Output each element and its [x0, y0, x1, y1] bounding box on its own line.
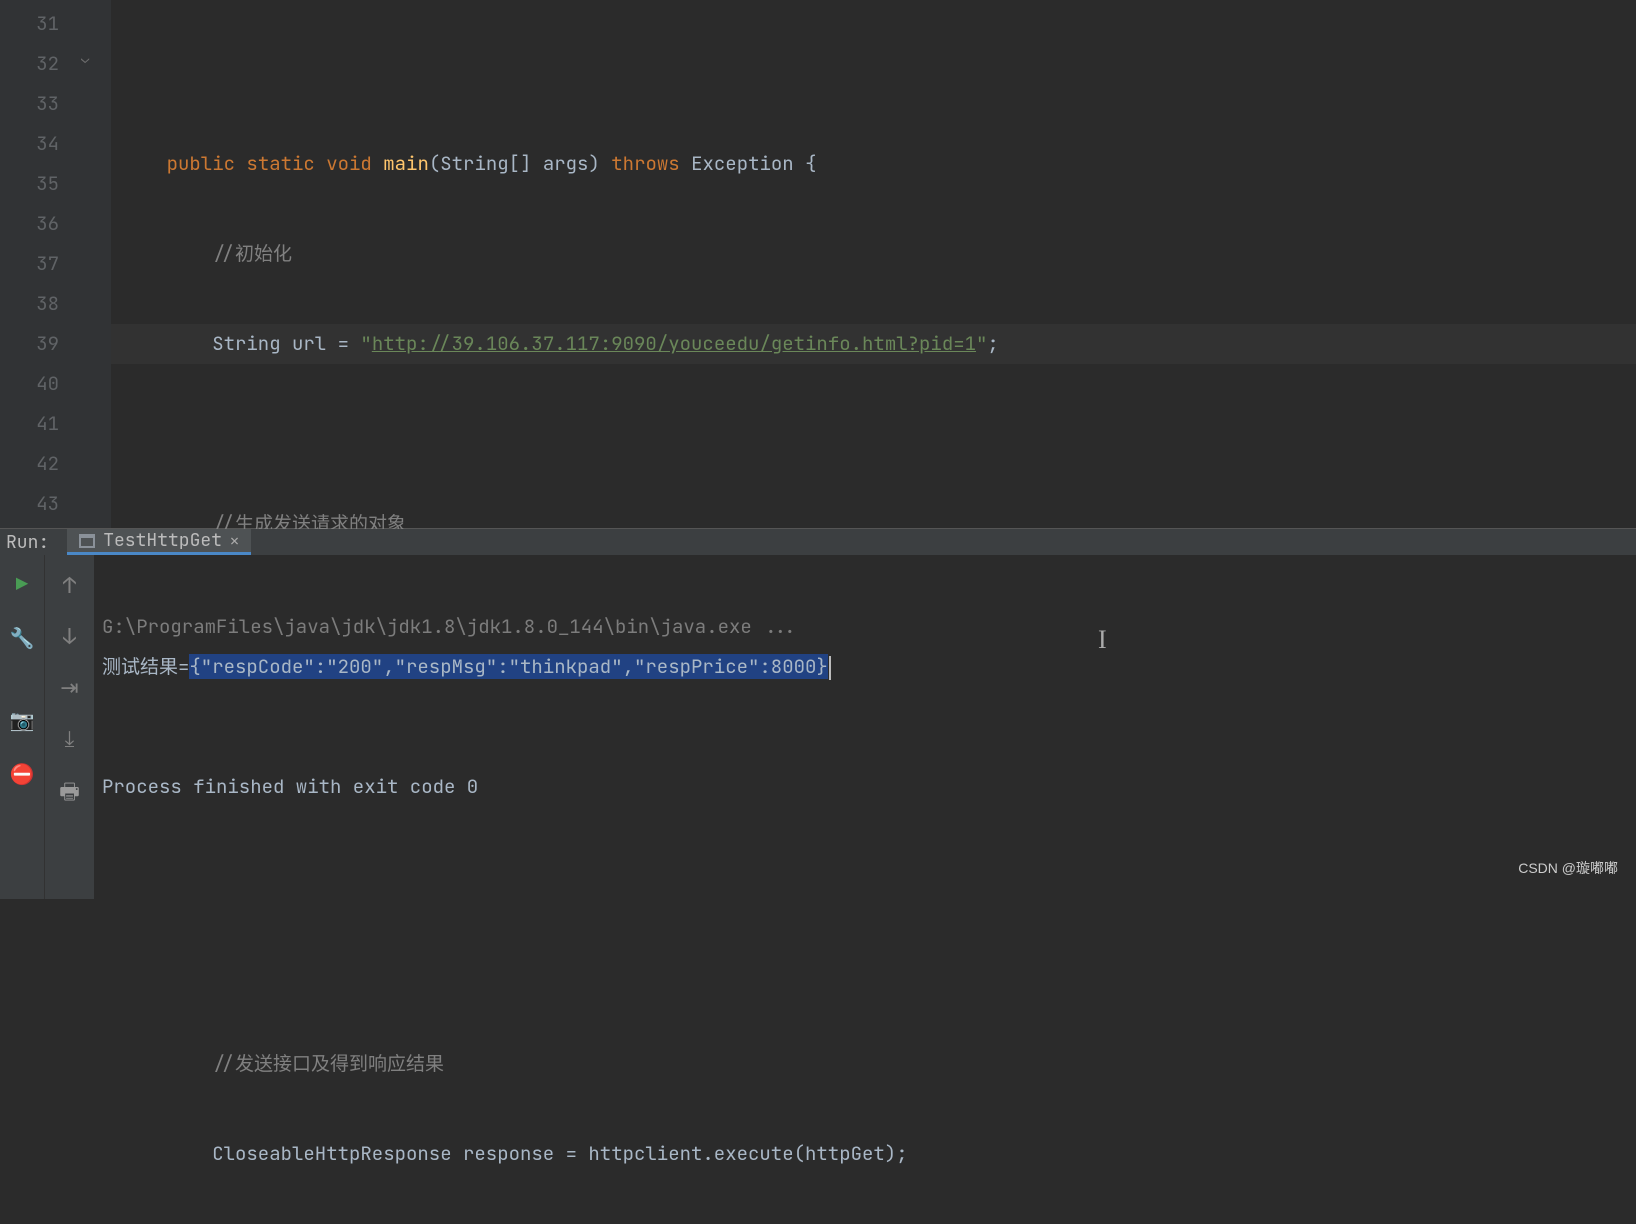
application-icon	[79, 534, 95, 548]
line-number: 42	[0, 444, 59, 484]
text-caret	[829, 656, 831, 680]
fold-column: ⌄	[75, 0, 111, 528]
run-tab[interactable]: TestHttpGet ✕	[67, 529, 251, 555]
exit-icon[interactable]: ⛔	[10, 761, 35, 787]
line-number: 43	[0, 484, 59, 524]
line-number: 34	[0, 124, 59, 164]
line-number: 41	[0, 404, 59, 444]
run-toolbar-nav: ↑ ↓ ⇥ ⤓ 🖶	[44, 555, 94, 899]
console-command-line: G:\ProgramFiles\java\jdk\jdk1.8\jdk1.8.0…	[102, 607, 1628, 647]
code-editor[interactable]: 31 32 33 34 35 36 37 38 39 40 41 42 43 ▶…	[0, 0, 1636, 528]
fold-toggle-icon[interactable]: ⌄	[81, 50, 89, 68]
code-area[interactable]: public static void main(String[] args) t…	[111, 0, 1636, 528]
line-number: 35	[0, 164, 59, 204]
run-tab-label: TestHttpGet	[103, 529, 222, 552]
run-tool-window: Run: TestHttpGet ✕ ▶ 🔧 📷 ⛔ ↑ ↓ ⇥ ⤓ 🖶 G:\…	[0, 528, 1636, 884]
code-line: CloseableHttpResponse response = httpcli…	[111, 1134, 1636, 1174]
settings-icon[interactable]: 🔧	[10, 625, 35, 651]
console-blank-line	[102, 727, 1628, 767]
line-number-gutter: 31 32 33 34 35 36 37 38 39 40 41 42 43 ▶	[0, 0, 75, 528]
print-icon[interactable]: 🖶	[59, 775, 80, 813]
run-header: Run: TestHttpGet ✕	[0, 529, 1636, 555]
mouse-text-cursor-icon: I	[1098, 625, 1107, 655]
line-number: 38	[0, 284, 59, 324]
up-arrow-icon[interactable]: ↑	[63, 571, 76, 600]
console-exit-line: Process finished with exit code 0	[102, 767, 1628, 807]
selected-text: {"respCode":"200","respMsg":"thinkpad","…	[189, 654, 827, 679]
line-number: 40	[0, 364, 59, 404]
line-number: 33	[0, 84, 59, 124]
line-number: 36	[0, 204, 59, 244]
code-line: //发送接口及得到响应结果	[111, 1044, 1636, 1084]
code-line: public static void main(String[] args) t…	[111, 144, 1636, 184]
watermark-text: CSDN @璇嘟嘟	[1518, 858, 1618, 878]
console-output-line: 测试结果={"respCode":"200","respMsg":"thinkp…	[102, 647, 1628, 687]
line-number: 32	[0, 44, 59, 84]
console-output[interactable]: G:\ProgramFiles\java\jdk\jdk1.8\jdk1.8.0…	[94, 555, 1636, 899]
run-body: ▶ 🔧 📷 ⛔ ↑ ↓ ⇥ ⤓ 🖶 G:\ProgramFiles\java\j…	[0, 555, 1636, 899]
rerun-icon[interactable]: ▶	[16, 571, 28, 597]
scroll-to-end-icon[interactable]: ⤓	[65, 724, 75, 753]
soft-wrap-icon[interactable]: ⇥	[60, 673, 78, 702]
down-arrow-icon[interactable]: ↓	[63, 622, 76, 651]
line-number: 39	[0, 324, 59, 364]
code-line	[111, 54, 1636, 94]
line-number: 37	[0, 244, 59, 284]
dump-threads-icon[interactable]: 📷	[10, 707, 35, 733]
close-tab-icon[interactable]: ✕	[230, 531, 239, 551]
code-line-active: String url = "http://39.106.37.117:9090/…	[111, 324, 1636, 364]
run-label: Run:	[0, 529, 67, 555]
run-toolbar-left: ▶ 🔧 📷 ⛔	[0, 555, 44, 899]
line-number: 31	[0, 4, 59, 44]
code-line	[111, 954, 1636, 994]
code-line	[111, 414, 1636, 454]
code-line: //初始化	[111, 234, 1636, 274]
